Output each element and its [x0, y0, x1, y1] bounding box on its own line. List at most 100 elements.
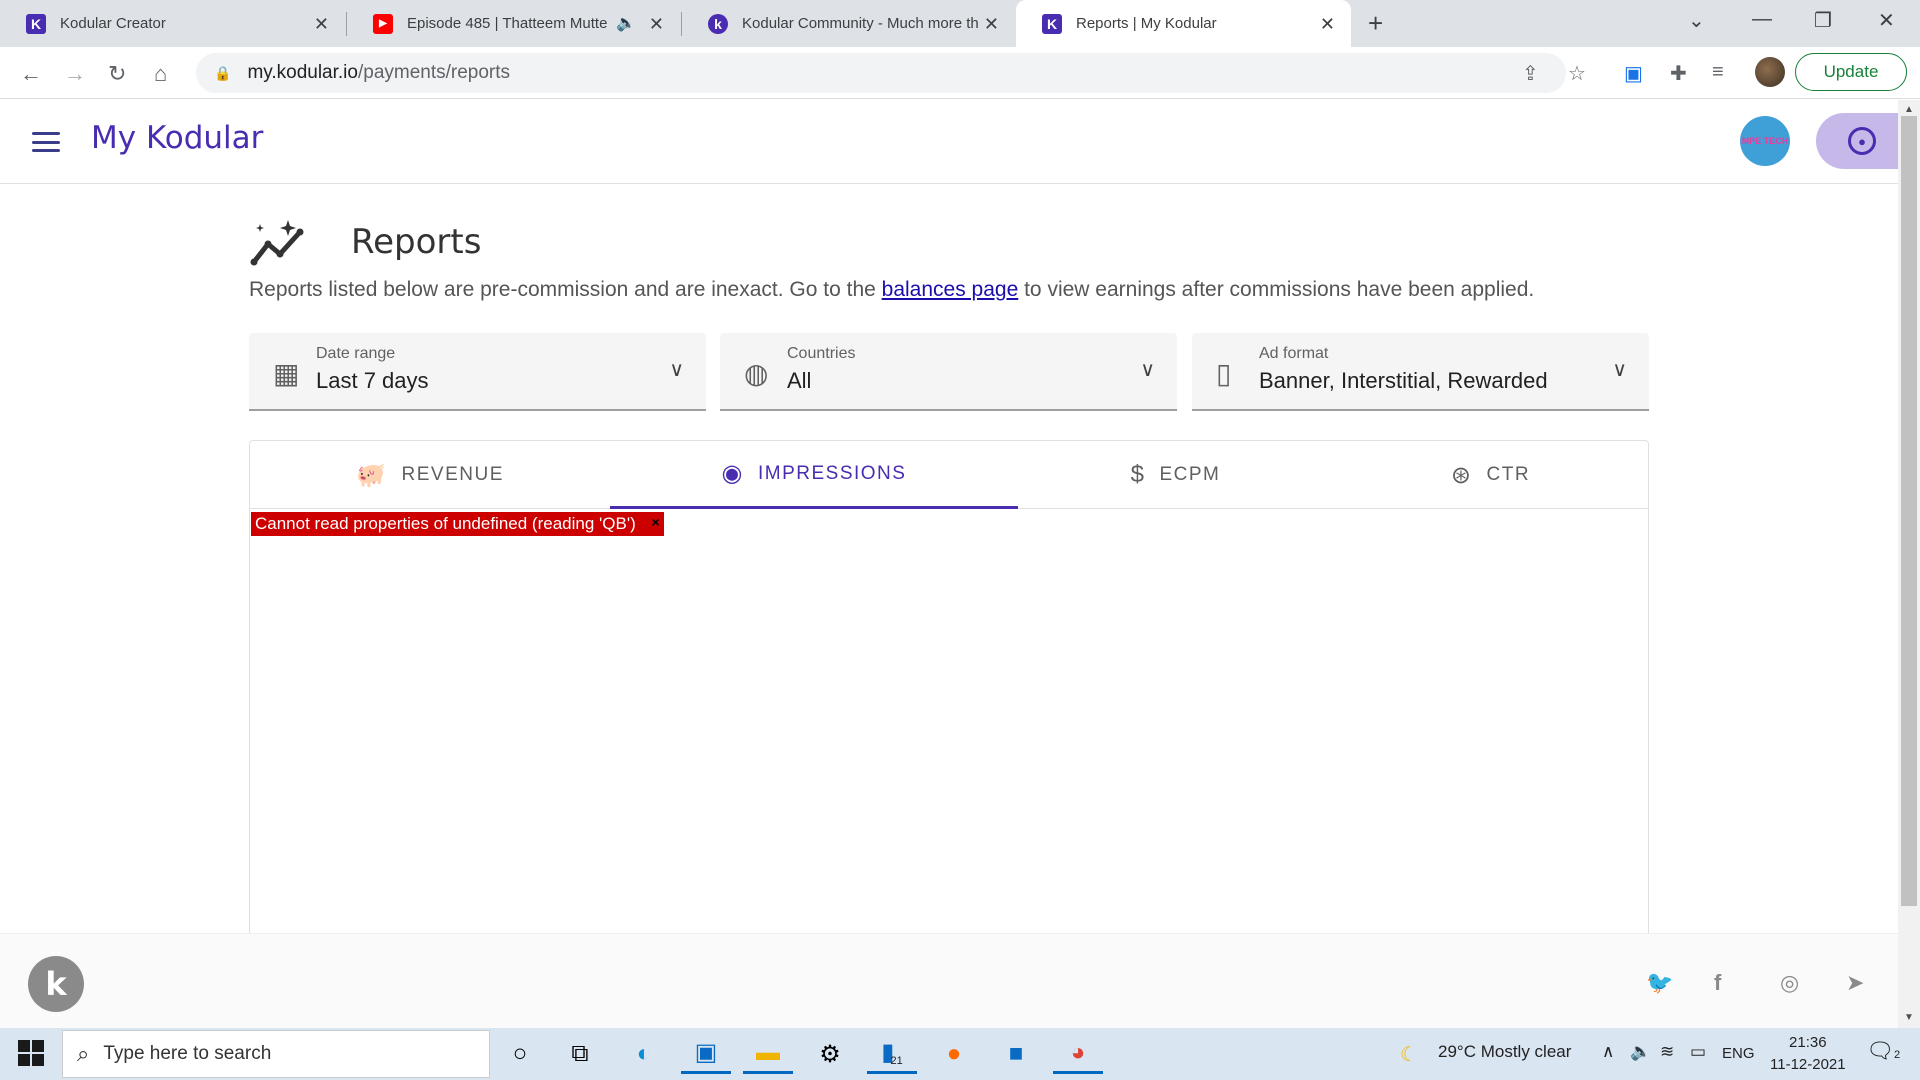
scroll-down-icon[interactable]: ▼	[1904, 1012, 1914, 1023]
kodular-favicon-icon: K	[26, 13, 46, 34]
back-icon[interactable]: ←	[20, 61, 42, 87]
tab-search-icon[interactable]: ⌄	[1688, 8, 1705, 33]
close-tab-icon[interactable]: ✕	[314, 14, 329, 35]
desc-text: Reports listed below are pre-commission …	[249, 278, 882, 301]
notification-count: 2	[1893, 1049, 1901, 1061]
twitter-icon[interactable]: 🐦	[1646, 970, 1673, 996]
piggy-bank-icon: 🐖	[356, 461, 388, 489]
close-tab-icon[interactable]: ✕	[984, 14, 999, 35]
close-window-icon[interactable]: ✕	[1878, 8, 1895, 33]
error-banner: Cannot read properties of undefined (rea…	[251, 512, 664, 536]
wifi-icon[interactable]: ≋	[1660, 1042, 1674, 1062]
chrome-icon[interactable]: ◕	[1053, 1034, 1103, 1074]
weather-text[interactable]: 29°C Mostly clear	[1438, 1042, 1571, 1062]
forward-icon[interactable]: →	[64, 61, 86, 87]
app-brand[interactable]: My Kodular	[91, 120, 263, 156]
scroll-up-icon[interactable]: ▲	[1904, 104, 1914, 115]
extensions-icon[interactable]: ✚	[1670, 61, 1687, 86]
tab-label: CTR	[1486, 464, 1531, 485]
task-view-icon[interactable]: ⧉	[555, 1034, 605, 1074]
bookmark-star-icon[interactable]: ☆	[1568, 61, 1586, 86]
new-tab-button[interactable]: +	[1368, 8, 1383, 39]
browser-tab-kodular-creator[interactable]: K Kodular Creator ✕	[0, 0, 345, 47]
media-control-icon[interactable]: ≡	[1712, 61, 1724, 84]
date-range-select[interactable]: ▦ Date range Last 7 days ∨	[249, 333, 706, 411]
filter-value: All	[787, 368, 812, 393]
notification-center-icon[interactable]: 🗨2	[1866, 1038, 1900, 1064]
countries-select[interactable]: ◍ Countries All ∨	[720, 333, 1177, 411]
close-tab-icon[interactable]: ✕	[1320, 14, 1335, 35]
close-error-icon[interactable]: ×	[652, 514, 660, 530]
filter-label: Date range	[316, 345, 396, 362]
chevron-down-icon: ∨	[1612, 359, 1627, 381]
settings-gear-icon[interactable]: ⚙	[805, 1034, 855, 1074]
moon-weather-icon[interactable]: ☾	[1400, 1042, 1418, 1067]
language-indicator[interactable]: ENG	[1722, 1045, 1755, 1062]
ad-format-select[interactable]: ▯ Ad format Banner, Interstitial, Reward…	[1192, 333, 1649, 411]
edge-icon[interactable]: ◐	[619, 1034, 669, 1074]
speaker-icon[interactable]: 🔈	[616, 13, 636, 33]
taskbar-clock[interactable]: 21:36 11-12-2021	[1770, 1032, 1846, 1076]
eye-icon: ◉	[721, 460, 744, 487]
firefox-icon[interactable]: ●	[929, 1034, 979, 1074]
phone-link-icon[interactable]: ▮ 21	[867, 1034, 917, 1074]
app-window-icon[interactable]: ▣	[681, 1034, 731, 1074]
tab-label: ECPM	[1159, 464, 1221, 485]
telegram-icon[interactable]: ➤	[1846, 970, 1864, 996]
desc-text: to view earnings after commissions have …	[1018, 278, 1535, 301]
home-icon[interactable]: ⌂	[154, 61, 167, 87]
tab-label: IMPRESSIONS	[757, 462, 907, 484]
update-button[interactable]: Update	[1795, 53, 1907, 91]
windows-taskbar: ⌕ Type here to search ○ ⧉ ◐ ▣ ▬ ⚙ ▮ 21 ● …	[0, 1028, 1920, 1080]
tab-revenue[interactable]: 🐖 REVENUE	[250, 441, 610, 509]
browser-tab-strip: K Kodular Creator ✕ ▶ Episode 485 | That…	[0, 0, 1920, 47]
taskbar-search[interactable]: ⌕ Type here to search	[62, 1030, 490, 1078]
filter-value: Last 7 days	[316, 368, 429, 393]
windows-start-icon[interactable]	[18, 1040, 44, 1066]
page-scrollbar[interactable]: ▲ ▼	[1898, 100, 1920, 1028]
reload-icon[interactable]: ↻	[108, 61, 126, 87]
main-content: Reports Reports listed below are pre-com…	[0, 185, 1898, 935]
page-title: Reports	[351, 222, 482, 262]
youtube-favicon-icon: ▶	[373, 13, 393, 34]
kodular-community-favicon-icon: k	[708, 13, 728, 34]
report-tabs: 🐖 REVENUE ◉ IMPRESSIONS $ ECPM ⊛ CTR	[250, 441, 1648, 509]
user-avatar[interactable]: MPE TECH	[1740, 116, 1790, 166]
cortana-icon[interactable]: ○	[495, 1034, 545, 1074]
browser-tab-youtube[interactable]: ▶ Episode 485 | Thatteem Mutte 🔈 ✕	[347, 0, 680, 47]
lock-icon[interactable]: 🔒	[214, 65, 231, 82]
menu-icon[interactable]	[32, 132, 60, 152]
close-tab-icon[interactable]: ✕	[649, 14, 664, 35]
instagram-icon[interactable]: ◎	[1780, 970, 1799, 996]
file-explorer-icon[interactable]: ▬	[743, 1034, 793, 1074]
phone-icon: ▯	[1216, 358, 1232, 389]
profile-avatar[interactable]	[1755, 57, 1785, 87]
url-domain: my.kodular.io	[247, 62, 358, 83]
scrollbar-thumb[interactable]	[1901, 116, 1917, 906]
browser-tab-reports[interactable]: K Reports | My Kodular ✕	[1016, 0, 1351, 47]
minimize-icon[interactable]: —	[1752, 8, 1772, 31]
tab-ctr[interactable]: ⊛ CTR	[1333, 441, 1648, 509]
balances-page-link[interactable]: balances page	[882, 278, 1019, 301]
avatar-text: MPE TECH	[1741, 136, 1789, 146]
chevron-down-icon: ∨	[669, 359, 684, 381]
tab-ecpm[interactable]: $ ECPM	[1018, 441, 1333, 509]
share-icon[interactable]: ⇪	[1522, 61, 1539, 86]
restore-icon[interactable]: ❐	[1814, 8, 1832, 33]
kodular-logo[interactable]: k	[28, 956, 84, 1012]
battery-icon[interactable]: ▭	[1690, 1042, 1706, 1062]
chevron-up-icon[interactable]: ∧	[1602, 1042, 1614, 1062]
screen-capture-icon[interactable]: ▣	[1624, 61, 1643, 86]
browser-tab-kodular-community[interactable]: k Kodular Community - Much more th ✕	[682, 0, 1015, 47]
facebook-icon[interactable]: f	[1714, 970, 1721, 996]
store-icon[interactable]: ■	[991, 1034, 1041, 1074]
report-card: 🐖 REVENUE ◉ IMPRESSIONS $ ECPM ⊛ CTR Cannot …	[249, 440, 1649, 935]
tab-impressions[interactable]: ◉ IMPRESSIONS	[610, 441, 1018, 509]
volume-icon[interactable]: 🔈	[1630, 1042, 1651, 1062]
url-bar[interactable]: 🔒 my.kodular.io/payments/reports	[196, 53, 1566, 93]
tab-title: Kodular Community - Much more th	[742, 15, 979, 32]
filter-label: Ad format	[1259, 345, 1329, 362]
bell-icon: ●	[1848, 127, 1876, 155]
filter-label: Countries	[787, 345, 856, 362]
clock-date: 11-12-2021	[1770, 1056, 1846, 1073]
